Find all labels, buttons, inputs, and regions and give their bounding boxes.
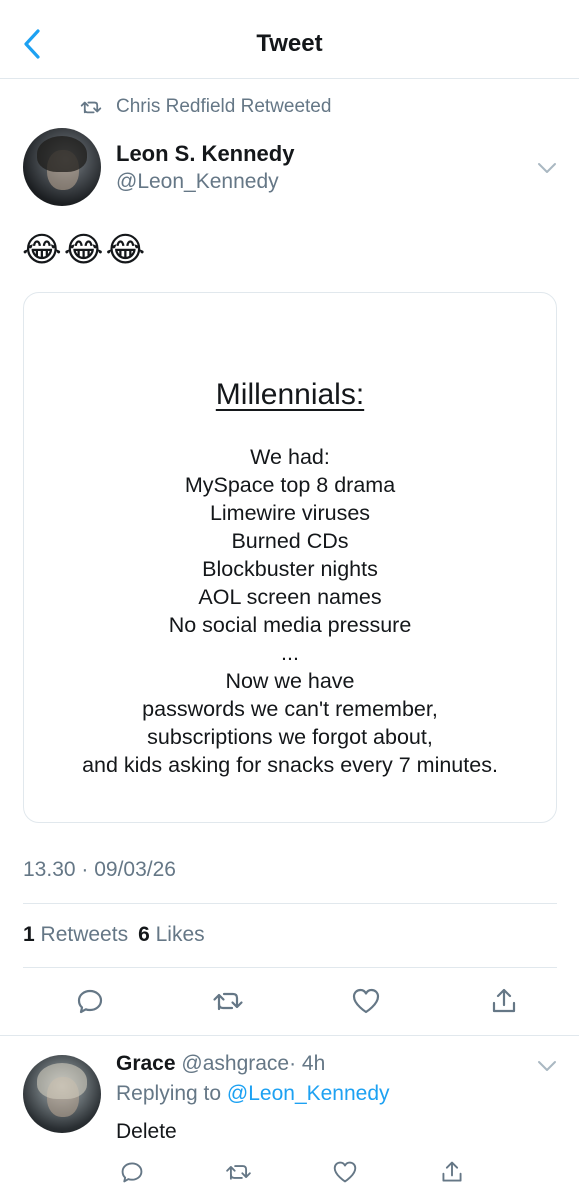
reply-icon [77, 989, 103, 1014]
tweet-media[interactable]: Millennials: We had: MySpace top 8 drama… [23, 292, 557, 823]
retweet-icon [80, 101, 102, 114]
avatar[interactable] [23, 128, 101, 206]
meme-line: We had: [250, 445, 330, 469]
tweet-stats: 1 Retweets 6 Likes [23, 923, 205, 947]
page-title: Tweet [256, 30, 323, 57]
meme-line: Limewire viruses [209, 501, 371, 525]
top-bar: Tweet [0, 0, 579, 79]
retweet-icon [213, 992, 243, 1011]
retweet-button[interactable] [200, 980, 256, 1022]
reply-avatar[interactable] [23, 1055, 101, 1133]
reply-author-name[interactable]: Grace [116, 1052, 176, 1075]
retweet-button[interactable] [219, 1156, 259, 1188]
section-divider [0, 1035, 579, 1036]
tweet-actions [62, 980, 532, 1022]
tweet-timestamp: 13.30 · 09/03/26 [23, 858, 176, 881]
retweet-notice-text: Chris Redfield Retweeted [116, 96, 332, 117]
meme-heading: Millennials: [215, 378, 365, 411]
meme-line: Burned CDs [231, 529, 349, 553]
replying-to: Replying to @Leon_Kennedy [116, 1082, 390, 1105]
reply-author-handle[interactable]: @ashgrace [181, 1052, 289, 1075]
author-name[interactable]: Leon S. Kennedy [116, 141, 294, 167]
share-button[interactable] [476, 980, 532, 1022]
meme-line: No social media pressure [168, 613, 412, 637]
meme-line: MySpace top 8 drama [184, 473, 396, 497]
retweet-notice[interactable]: Chris Redfield Retweeted [80, 96, 331, 118]
meme-line: subscriptions we forgot about, [147, 725, 433, 749]
retweet-icon [226, 1165, 251, 1180]
share-icon [492, 988, 516, 1013]
meme-line: Blockbuster nights [202, 557, 378, 581]
share-icon [442, 1161, 462, 1182]
chevron-down-icon[interactable] [535, 156, 559, 180]
meme-line: passwords we can't remember, [142, 697, 438, 721]
reply-header: Grace @ashgrace· 4h [116, 1052, 325, 1076]
reply-button[interactable] [112, 1156, 152, 1188]
reply-icon [121, 1162, 143, 1183]
tweet-text: 😂😂😂 [22, 231, 148, 269]
reply-text: Delete [116, 1120, 177, 1143]
meme-line: ... [281, 641, 299, 665]
share-button[interactable] [432, 1156, 472, 1188]
like-button[interactable] [325, 1156, 365, 1188]
meme-line: Now we have [225, 669, 355, 693]
chevron-down-icon[interactable] [535, 1054, 559, 1078]
author-handle[interactable]: @Leon_Kennedy [116, 170, 279, 194]
reply-actions [112, 1156, 472, 1188]
meme-line: AOL screen names [198, 585, 382, 609]
reply-button[interactable] [62, 980, 118, 1022]
like-button[interactable] [338, 980, 394, 1022]
divider [23, 967, 557, 968]
divider [23, 903, 557, 904]
meme-line: and kids asking for snacks every 7 minut… [82, 753, 498, 777]
replying-to-handle[interactable]: @Leon_Kennedy [227, 1082, 390, 1105]
heart-icon [334, 1161, 357, 1183]
likes-stat[interactable]: 6 Likes [138, 923, 205, 947]
retweets-stat[interactable]: 1 Retweets [23, 923, 128, 947]
reply-age: · 4h [289, 1052, 326, 1075]
meme-text: We had: MySpace top 8 drama Limewire vir… [24, 443, 556, 779]
heart-icon [352, 988, 380, 1014]
